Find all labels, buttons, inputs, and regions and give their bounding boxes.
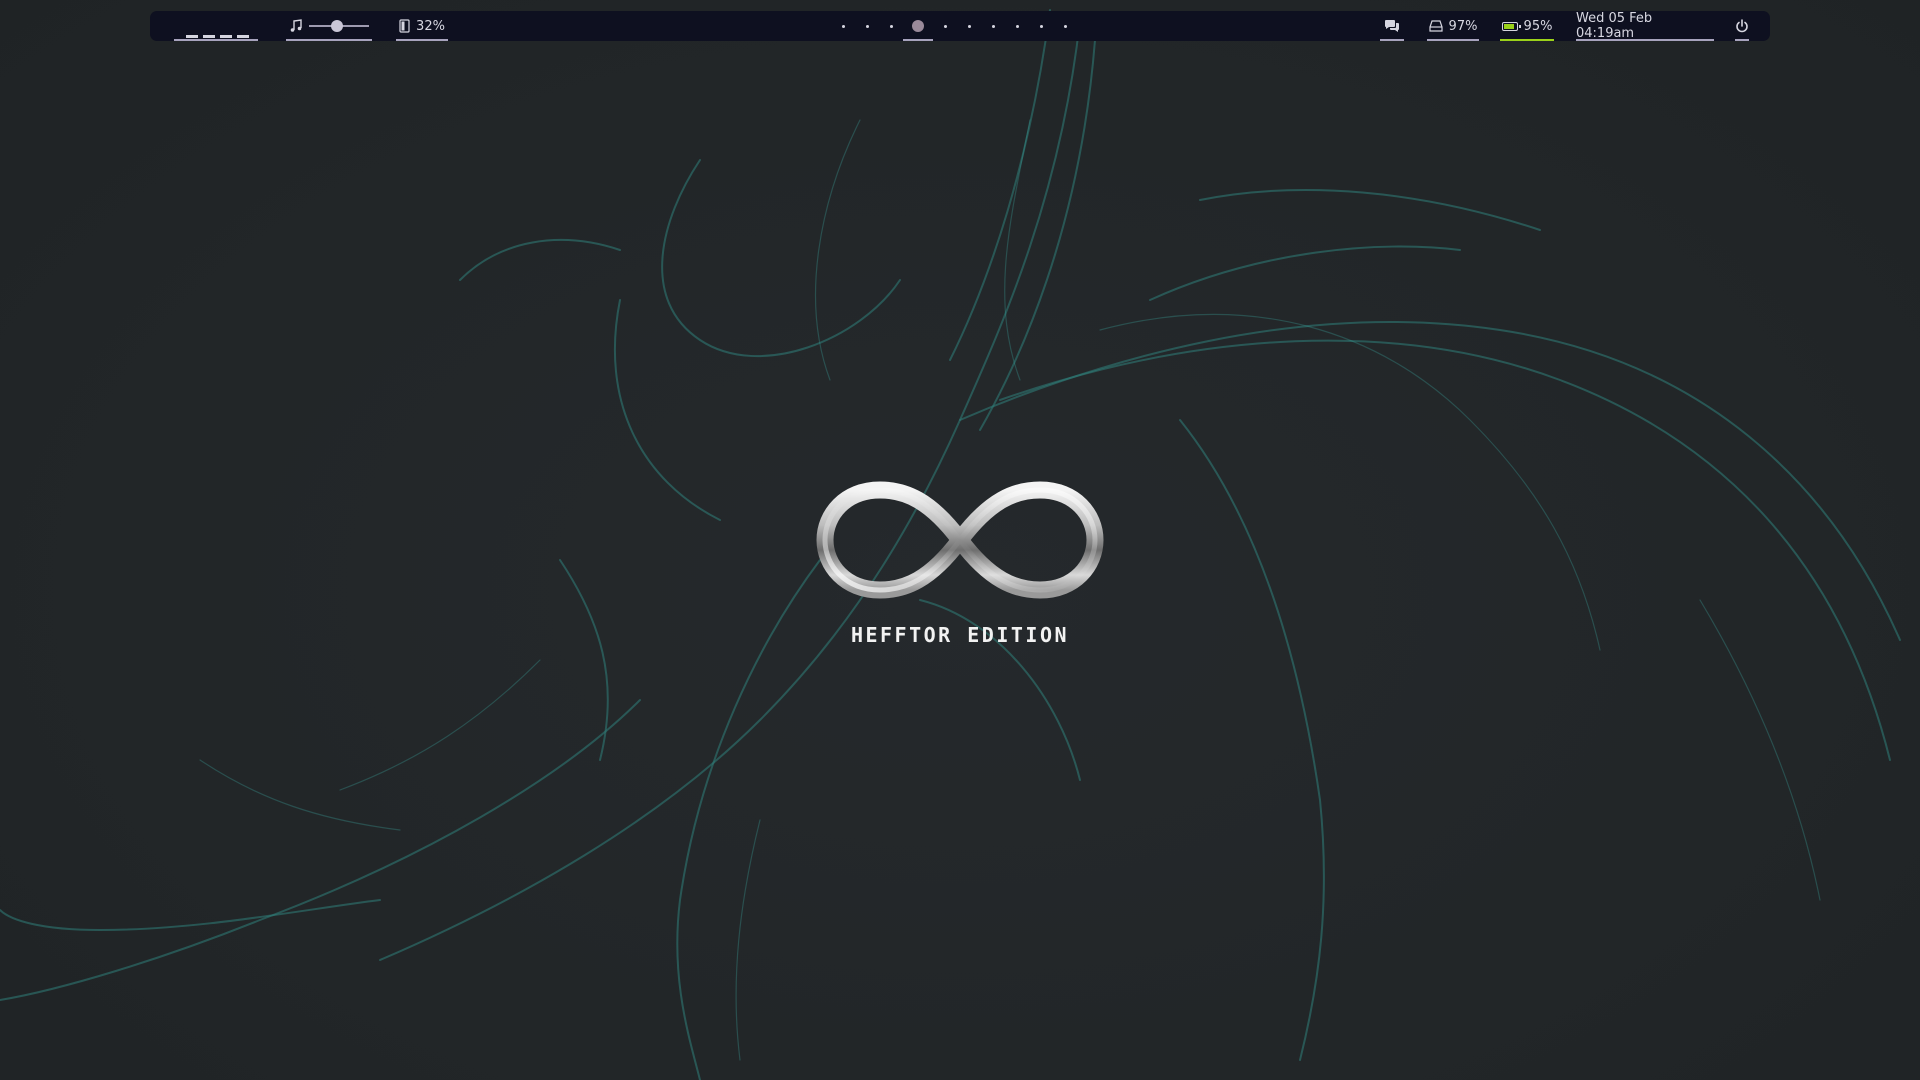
chat-bubbles-icon [1385,20,1399,32]
disk-module[interactable]: 97% [1427,11,1479,41]
volume-slider[interactable] [309,19,369,33]
infinity-logo-icon [816,481,1104,599]
workspace-6[interactable] [957,11,981,41]
workspace-active-underline [903,39,933,41]
workspace-1[interactable] [831,11,855,41]
workspaces-module [831,11,1091,41]
desktop: 32% 97% 95% Wed 05 Feb 04:19am HEFFTOR E… [0,0,1920,1080]
workspace-dot [912,20,924,32]
workspace-10[interactable] [1053,11,1077,41]
wallpaper-logo: HEFFTOR EDITION [800,470,1120,660]
backlight-icon [399,19,410,33]
disk-drive-icon [1428,20,1443,32]
backlight-underline [396,39,448,41]
battery-underline [1500,39,1554,41]
workspace-dot [991,24,995,28]
workspace-9[interactable] [1029,11,1053,41]
workspace-dot [841,24,845,28]
clock-module[interactable]: Wed 05 Feb 04:19am [1576,11,1714,41]
power-underline [1735,39,1749,41]
workspace-dot [943,24,947,28]
clock-text: Wed 05 Feb 04:19am [1576,11,1653,41]
volume-module[interactable] [286,11,372,41]
volume-slider-knob[interactable] [331,20,343,32]
workspace-4[interactable] [903,11,933,41]
workspace-3[interactable] [879,11,903,41]
chat-underline [1380,39,1404,41]
edition-label: HEFFTOR EDITION [850,623,1070,647]
taskbar-underline [174,39,258,41]
top-bar: 32% 97% 95% Wed 05 Feb 04:19am [150,11,1770,41]
workspace-5[interactable] [933,11,957,41]
battery-module[interactable]: 95% [1500,11,1554,41]
battery-icon [1501,21,1521,31]
volume-underline [286,39,372,41]
workspace-8[interactable] [1005,11,1029,41]
window-list-icon [186,35,249,38]
music-note-icon [290,19,302,32]
battery-percent: 95% [1523,18,1553,34]
power-module[interactable] [1735,11,1749,41]
chat-module[interactable] [1380,11,1404,41]
workspace-dot [1063,24,1067,28]
disk-underline [1427,39,1479,41]
backlight-percent: 32% [416,18,445,34]
workspace-dot [1039,24,1043,28]
taskbar-module[interactable] [174,11,258,41]
battery-fill [1503,23,1514,29]
workspace-2[interactable] [855,11,879,41]
workspace-dot [865,24,869,28]
workspace-dot [889,24,893,28]
workspace-dot [967,24,971,28]
clock-underline [1576,39,1714,41]
power-icon [1736,19,1748,33]
workspace-7[interactable] [981,11,1005,41]
backlight-module[interactable]: 32% [396,11,448,41]
disk-percent: 97% [1448,18,1478,34]
workspace-dot [1015,24,1019,28]
